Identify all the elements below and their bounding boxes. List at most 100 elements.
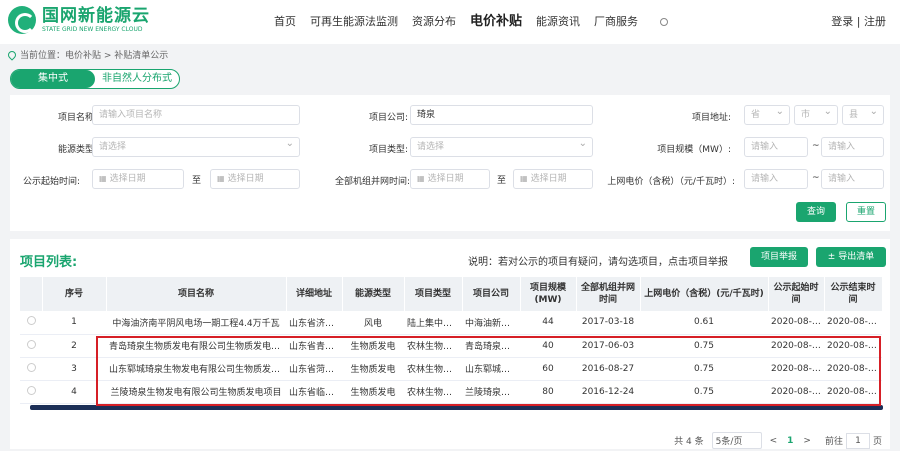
price-max-input[interactable]: 请输入	[821, 169, 884, 189]
radio-icon[interactable]	[26, 362, 36, 372]
company-label: 项目公司:	[368, 113, 408, 123]
energy-type-label: 能源类型:	[57, 145, 97, 155]
breadcrumb-text: 当前位置：电价补贴 > 补贴清单公示	[20, 51, 169, 61]
calendar-icon: ▦	[417, 174, 425, 183]
col-index: 序号	[42, 277, 107, 311]
notice-start-from[interactable]: ▦ 选择日期	[92, 169, 184, 189]
filter-panel: 项目名称: 请输入项目名称 项目公司: 琦泉 项目地址: 省 市 县 能源类型:…	[10, 95, 890, 231]
col-name: 项目名称	[106, 277, 287, 311]
row-radio[interactable]	[20, 311, 42, 335]
project-type-label: 项目类型:	[368, 145, 408, 155]
calendar-icon: ▦	[99, 174, 107, 183]
pagination: 共 4 条 5条/页 < 1 > 前往 1 页	[674, 432, 882, 449]
settings-icon[interactable]	[660, 18, 669, 26]
nav-home[interactable]: 首页	[268, 0, 302, 44]
brand-name: 国网新能源云	[42, 6, 150, 26]
range-tilde: ~	[812, 173, 820, 183]
cell-energy: 风电	[342, 311, 404, 335]
notice-to-label: 至	[192, 176, 202, 186]
col-start: 公示起始时间	[768, 277, 825, 311]
cell-grid-time: 2017-03-18	[576, 311, 640, 335]
scale-max-input[interactable]: 请输入	[821, 137, 884, 157]
brand-name-en: STATE GRID NEW ENERGY CLOUD	[42, 26, 143, 33]
scale-label: 项目规模（MW）:	[657, 145, 731, 155]
province-select[interactable]: 省	[744, 103, 790, 125]
row-radio[interactable]	[20, 357, 42, 381]
city-select[interactable]: 市	[794, 103, 838, 125]
notice-start-to[interactable]: ▦ 选择日期	[210, 169, 300, 189]
list-title: 项目列表:	[20, 255, 78, 270]
calendar-icon: ▦	[520, 174, 528, 183]
calendar-icon: ▦	[217, 174, 225, 183]
cell-start: 2020-08-19	[768, 311, 824, 335]
company-input[interactable]: 琦泉	[410, 105, 593, 125]
cell-ptype: 陆上集中式风电	[404, 311, 462, 335]
nav-vendor[interactable]: 厂商服务	[588, 0, 644, 44]
col-ptype: 项目类型	[404, 277, 463, 311]
col-scale: 项目规模(MW)	[520, 277, 577, 311]
highlight-box	[96, 336, 881, 406]
goto-input[interactable]: 1	[845, 432, 870, 449]
table-header-row: 序号 项目名称 详细地址 能源类型 项目类型 项目公司 项目规模(MW) 全部机…	[20, 277, 883, 311]
cell-index: 1	[42, 311, 106, 335]
cell-scale: 44	[520, 311, 576, 335]
prev-page-button[interactable]: <	[770, 436, 778, 446]
current-page[interactable]: 1	[787, 436, 793, 446]
nav-news[interactable]: 能源资讯	[530, 0, 586, 44]
col-address: 详细地址	[286, 277, 343, 311]
breadcrumb: 当前位置：电价补贴 > 补贴清单公示	[6, 48, 169, 61]
radio-icon[interactable]	[26, 339, 36, 349]
cell-price: 0.61	[640, 311, 768, 335]
top-header: 国网新能源云 STATE GRID NEW ENERGY CLOUD 首页 可再…	[0, 0, 900, 44]
grid-to-label: 至	[497, 176, 507, 186]
project-type-select[interactable]: 请选择	[410, 135, 593, 157]
location-pin-icon	[6, 48, 18, 61]
scale-min-input[interactable]: 请输入	[744, 137, 808, 157]
reset-button[interactable]: 重置	[846, 202, 886, 222]
export-button[interactable]: ± 导出清单	[816, 247, 886, 267]
nav-subsidy[interactable]: 电价补贴	[464, 0, 528, 44]
cell-company: 中海油新能源	[462, 311, 520, 335]
logo-icon	[8, 6, 36, 34]
grid-time-label: 全部机组并网时间:	[334, 177, 410, 187]
cell-address: 山东省济南市	[286, 311, 342, 335]
col-price: 上网电价（含税）(元/千瓦时)	[640, 277, 769, 311]
address-label: 项目地址:	[691, 113, 731, 123]
goto-label: 前往	[824, 437, 843, 447]
mode-toggle: 集中式 非自然人分布式	[10, 69, 180, 89]
range-tilde: ~	[812, 141, 820, 151]
page-size-select[interactable]: 5条/页	[711, 432, 762, 449]
col-grid-time: 全部机组并网时间	[576, 277, 641, 311]
list-note: 说明：若对公示的项目有疑问，请勾选项目，点击项目举报	[468, 257, 728, 268]
table-row[interactable]: 1 中海油济南平阴风电场一期工程4.4万千瓦 山东省济南市 风电 陆上集中式风电…	[20, 311, 882, 335]
radio-icon[interactable]	[26, 316, 36, 326]
report-button[interactable]: 项目举报	[750, 247, 808, 267]
price-min-input[interactable]: 请输入	[744, 169, 808, 189]
county-select[interactable]: 县	[842, 103, 884, 125]
project-name-input[interactable]: 请输入项目名称	[92, 105, 300, 125]
col-select	[20, 277, 43, 311]
col-end: 公示结束时间	[824, 277, 883, 311]
nav-resources[interactable]: 资源分布	[406, 0, 462, 44]
row-radio[interactable]	[20, 334, 42, 358]
cell-name: 中海油济南平阴风电场一期工程4.4万千瓦	[106, 311, 286, 335]
tab-centralized[interactable]: 集中式	[11, 70, 95, 88]
cell-end: 2020-08-29	[824, 311, 882, 335]
total-count: 共 4 条	[674, 437, 704, 447]
nav-law-monitor[interactable]: 可再生能源法监测	[304, 0, 404, 44]
grid-time-from[interactable]: ▦ 选择日期	[410, 169, 490, 189]
row-radio[interactable]	[20, 380, 42, 404]
energy-type-select[interactable]: 请选择	[92, 135, 300, 157]
next-page-button[interactable]: >	[803, 436, 811, 446]
col-company: 项目公司	[462, 277, 521, 311]
radio-icon[interactable]	[26, 385, 36, 395]
query-button[interactable]: 查询	[796, 202, 836, 222]
notice-start-label: 公示起始时间:	[22, 177, 80, 187]
page-unit: 页	[872, 437, 882, 447]
main-nav: 首页 可再生能源法监测 资源分布 电价补贴 能源资讯 厂商服务	[268, 0, 669, 44]
tab-distributed[interactable]: 非自然人分布式	[95, 70, 179, 88]
grid-time-to[interactable]: ▦ 选择日期	[513, 169, 593, 189]
brand-logo[interactable]: 国网新能源云 STATE GRID NEW ENERGY CLOUD	[8, 6, 150, 34]
price-label: 上网电价（含税）（元/千瓦时）:	[607, 177, 735, 187]
login-register-link[interactable]: 登录 | 注册	[831, 13, 886, 29]
